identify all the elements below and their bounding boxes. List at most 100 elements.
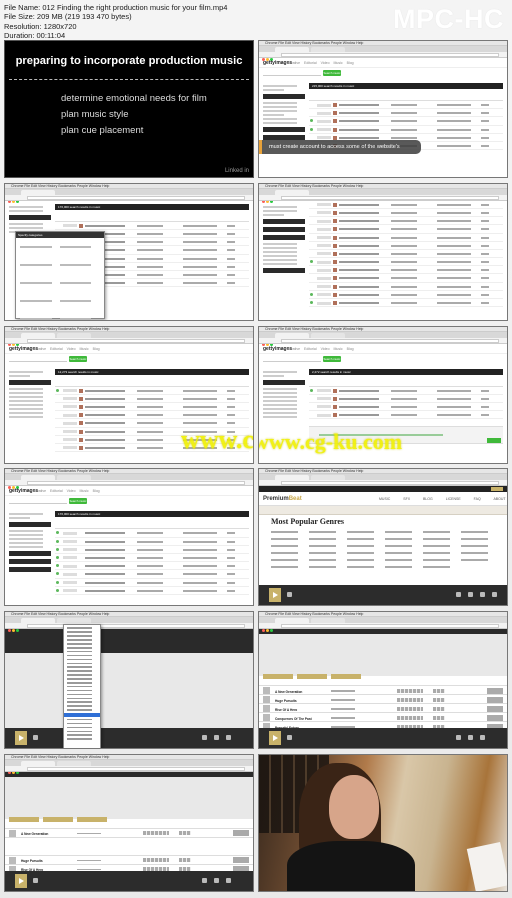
table-row[interactable] [309,291,503,300]
search-button[interactable]: Search music [323,355,341,362]
address-bar[interactable] [5,765,253,772]
play-icon[interactable] [263,705,270,713]
filter-button[interactable] [9,816,39,822]
table-row[interactable] [309,274,503,283]
share-icon[interactable] [226,877,231,883]
heart-icon[interactable] [492,592,497,598]
table-row[interactable] [309,395,503,403]
table-row[interactable] [309,258,503,267]
table-row[interactable] [55,222,249,230]
track-row[interactable]: Huge Pursuits [5,855,253,865]
download-icon[interactable] [214,735,219,741]
table-row[interactable] [309,283,503,291]
search-input[interactable] [263,72,321,76]
next-icon[interactable] [287,735,292,741]
genre-dropdown[interactable] [63,624,101,749]
play-icon[interactable] [263,714,270,722]
buy-button[interactable] [487,687,503,694]
filter-button[interactable] [77,816,107,822]
search-filters[interactable] [259,634,507,680]
table-row[interactable] [309,234,503,242]
play-button[interactable] [269,731,281,746]
table-row[interactable] [309,109,503,118]
table-row[interactable] [309,403,503,412]
play-icon[interactable] [9,829,16,837]
download-icon[interactable] [468,592,473,598]
track-row[interactable]: Rise Of A Hero [259,704,507,714]
table-row[interactable] [55,570,249,579]
add-to-cart-button[interactable] [487,437,501,443]
search-filters[interactable] [5,776,253,822]
track-row[interactable]: Huge Pursuits [259,695,507,705]
table-row[interactable] [309,126,503,134]
buy-button[interactable] [233,857,249,864]
table-row[interactable] [55,579,249,587]
table-row[interactable] [309,250,503,259]
table-row[interactable] [55,387,249,395]
buy-button[interactable] [487,705,503,712]
share-icon[interactable] [226,735,231,741]
table-row[interactable] [309,101,503,110]
cart-button[interactable] [491,487,503,492]
search-input[interactable] [9,500,67,505]
next-icon[interactable] [33,735,38,741]
table-row[interactable] [55,395,249,403]
table-row[interactable] [309,266,503,275]
volume-icon[interactable] [202,735,207,741]
table-row[interactable] [309,387,503,395]
table-row[interactable] [309,225,503,234]
next-icon[interactable] [33,877,38,883]
table-row[interactable] [309,201,503,209]
search-input[interactable] [9,358,67,362]
table-row[interactable] [55,529,249,538]
table-row[interactable] [55,538,249,546]
filter-button[interactable] [331,674,361,680]
play-button[interactable] [15,873,27,888]
table-row[interactable] [55,554,249,563]
download-icon[interactable] [468,735,473,741]
play-button[interactable] [15,731,27,746]
buy-button[interactable] [487,696,503,703]
track-row[interactable]: A New Generation [5,828,253,838]
search-input[interactable] [263,358,321,362]
search-button[interactable]: Search music [69,355,87,362]
table-row[interactable] [55,546,249,554]
specify-categories-dialog[interactable]: Specify categories [15,230,105,320]
address-bar[interactable] [5,623,253,630]
table-row[interactable] [55,562,249,571]
table-row[interactable] [309,217,503,226]
table-row[interactable] [309,242,503,250]
table-row[interactable] [309,209,503,218]
table-row[interactable] [309,299,503,308]
dropdown-selected-option[interactable] [64,713,100,717]
address-bar[interactable] [259,623,507,630]
table-row[interactable] [309,117,503,126]
track-row[interactable]: Conquerors Of The Past [259,713,507,723]
table-row[interactable] [55,403,249,412]
volume-icon[interactable] [456,735,461,741]
filter-button[interactable] [263,674,293,680]
play-icon[interactable] [263,696,270,704]
volume-icon[interactable] [456,592,461,598]
share-icon[interactable] [480,735,485,741]
download-icon[interactable] [214,877,219,883]
filter-bar[interactable] [259,506,507,516]
next-icon[interactable] [287,592,292,598]
table-row[interactable] [55,411,249,420]
play-button[interactable] [269,588,281,603]
search-button[interactable]: Search music [69,498,87,505]
track-row[interactable]: A New Generation [259,686,507,696]
premiumbeat-nav[interactable]: MUSIC SFX BLOG LICENSE FAQ ABOUT CONTACT [379,497,507,501]
play-icon[interactable] [9,856,16,864]
buy-button[interactable] [487,714,503,721]
volume-icon[interactable] [202,877,207,883]
table-row[interactable] [55,587,249,595]
filter-button[interactable] [43,816,73,822]
filter-button[interactable] [297,674,327,680]
table-row[interactable] [309,411,503,420]
search-button[interactable]: Search music [323,70,341,76]
address-bar[interactable] [5,194,253,201]
share-icon[interactable] [480,592,485,598]
play-icon[interactable] [263,687,270,695]
buy-button[interactable] [233,830,249,837]
